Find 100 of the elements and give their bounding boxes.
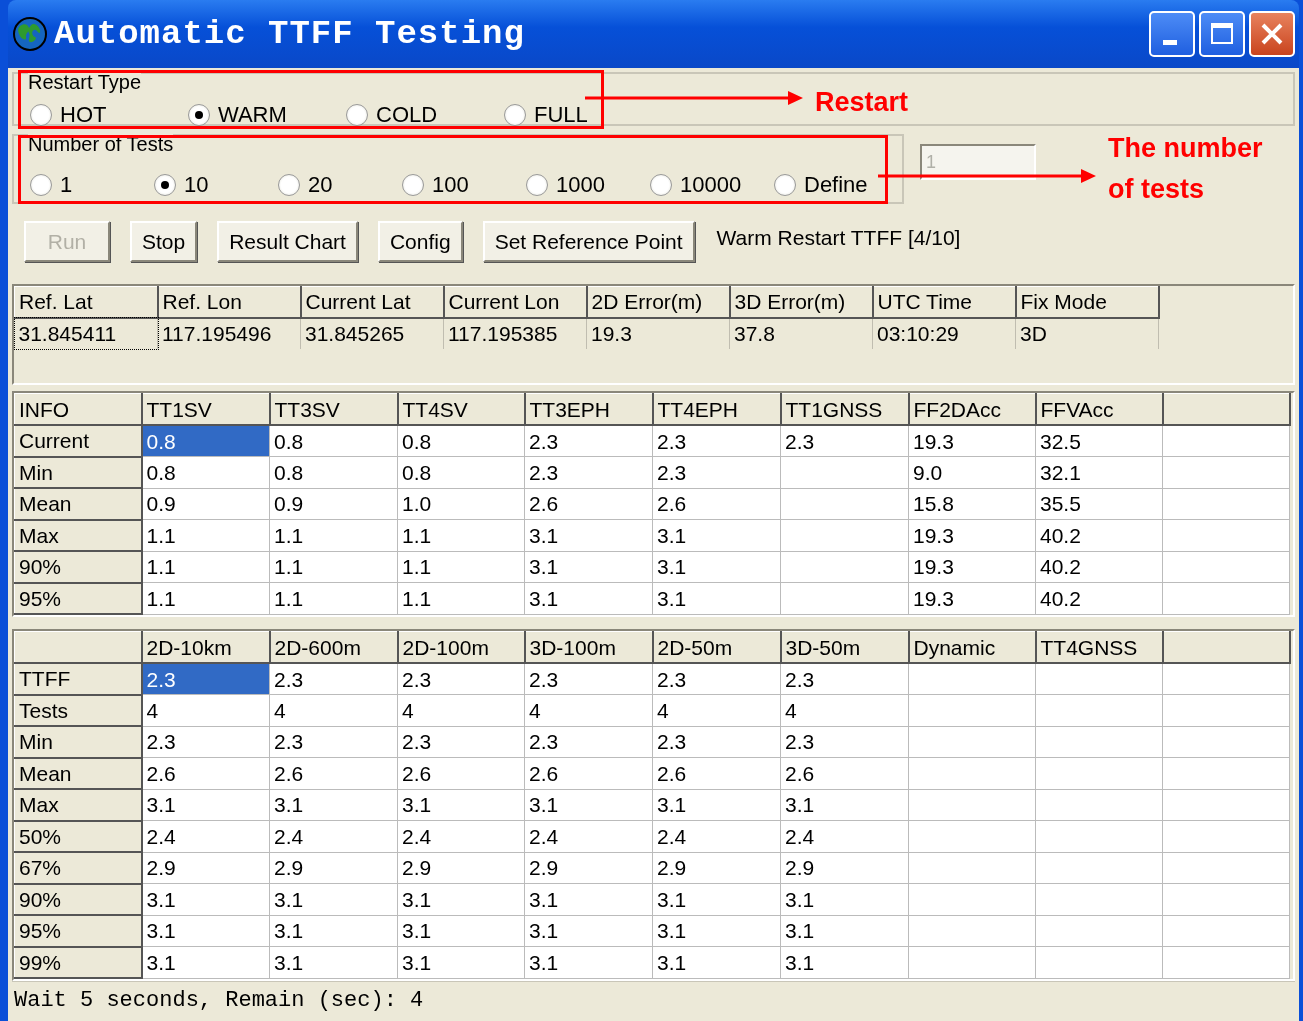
table-cell[interactable]: 3.1 [780,883,909,915]
table-cell[interactable]: 0.8 [397,425,525,457]
table-cell[interactable] [1035,726,1163,758]
column-header[interactable]: 2D-10km [141,631,270,663]
table-cell[interactable]: 2.3 [652,663,781,695]
table-cell[interactable] [1035,852,1163,884]
table-cell[interactable]: 2.6 [524,757,653,789]
radio-option[interactable]: 10000 [650,168,774,201]
table-cell[interactable]: 4 [269,694,398,726]
table-cell[interactable]: 3.1 [652,519,781,551]
radio-option[interactable]: FULL [504,98,662,131]
table-cell[interactable] [780,582,909,614]
table-cell[interactable]: 1.1 [397,551,525,583]
table-cell[interactable] [1035,820,1163,852]
table-cell[interactable] [908,852,1036,884]
table-cell[interactable]: 3.1 [269,946,398,978]
table-cell[interactable]: 40.2 [1035,551,1163,583]
radio-button[interactable] [30,103,52,126]
table-cell[interactable]: 19.3 [908,425,1036,457]
table-cell[interactable]: 1.1 [269,551,398,583]
table-cell[interactable]: 2.3 [141,726,270,758]
radio-option[interactable]: 1000 [526,168,650,201]
table-cell[interactable]: 1.1 [397,519,525,551]
table-cell[interactable]: 3.1 [652,915,781,947]
row-header[interactable]: Tests [14,694,142,726]
table-cell[interactable]: 2.3 [397,726,525,758]
radio-option[interactable]: 20 [278,168,402,201]
table-cell[interactable]: 2.6 [397,757,525,789]
radio-button[interactable] [346,103,368,126]
table-cell[interactable]: 2.3 [141,663,270,695]
table-cell[interactable]: 40.2 [1035,519,1163,551]
column-header[interactable]: 2D Error(m) [586,286,730,318]
table-cell[interactable]: 3.1 [652,946,781,978]
table-cell[interactable]: 40.2 [1035,582,1163,614]
row-header[interactable]: Min [14,726,142,758]
row-header[interactable]: 95% [14,915,142,947]
table-cell[interactable]: 2.3 [652,456,781,488]
table-cell[interactable] [908,883,1036,915]
table-cell[interactable] [908,946,1036,978]
radio-option[interactable]: 10 [154,168,278,201]
table-cell[interactable]: 3.1 [269,915,398,947]
table-cell[interactable]: 2.9 [269,852,398,884]
table-cell[interactable]: 1.1 [269,519,398,551]
table-cell[interactable]: 3.1 [652,789,781,821]
table-cell[interactable]: 2.4 [524,820,653,852]
maximize-button[interactable] [1199,11,1245,57]
column-header[interactable]: Current Lon [443,286,587,318]
column-header[interactable]: TT3EPH [524,393,653,425]
row-header[interactable]: Current [14,425,142,457]
table-cell[interactable]: 3.1 [141,883,270,915]
table-cell[interactable] [1035,663,1163,695]
table-cell[interactable]: 3.1 [397,789,525,821]
column-header[interactable]: 2D-100m [397,631,525,663]
row-header[interactable]: 67% [14,852,142,884]
table-cell[interactable] [908,694,1036,726]
row-header[interactable]: Max [14,789,142,821]
table-cell[interactable]: 2.3 [269,663,398,695]
table-cell[interactable] [780,551,909,583]
table-cell[interactable] [780,488,909,520]
table-cell[interactable]: 4 [397,694,525,726]
column-header[interactable]: TT4EPH [652,393,781,425]
table-cell[interactable]: 2.3 [780,425,909,457]
table-cell[interactable]: 35.5 [1035,488,1163,520]
table-cell[interactable]: 2.6 [269,757,398,789]
table-cell[interactable]: 3.1 [524,551,653,583]
table-cell[interactable]: 3.1 [524,915,653,947]
table-cell[interactable]: 3.1 [269,883,398,915]
table-cell[interactable]: 3.1 [524,946,653,978]
table-cell[interactable]: 2.6 [652,488,781,520]
table-cell[interactable]: 0.8 [397,456,525,488]
minimize-button[interactable] [1149,11,1195,57]
radio-button[interactable] [278,173,300,196]
radio-option[interactable]: WARM [188,98,346,131]
radio-option[interactable]: 100 [402,168,526,201]
table-cell[interactable]: 0.9 [141,488,270,520]
table-cell[interactable]: 3.1 [141,946,270,978]
table-cell[interactable]: 2.9 [652,852,781,884]
table-cell[interactable]: 3.1 [524,582,653,614]
column-header[interactable]: TT4SV [397,393,525,425]
radio-button[interactable] [188,103,210,126]
table-cell[interactable]: 2.6 [652,757,781,789]
table-cell[interactable]: 3.1 [524,789,653,821]
table-cell[interactable] [780,519,909,551]
table-cell[interactable]: 2.3 [652,726,781,758]
column-header[interactable]: Ref. Lon [157,286,301,318]
table-cell[interactable]: 4 [141,694,270,726]
table-cell[interactable]: 15.8 [908,488,1036,520]
table-cell[interactable]: 2.9 [780,852,909,884]
table-cell[interactable] [908,663,1036,695]
table-cell[interactable] [1035,915,1163,947]
table-cell[interactable]: 1.1 [141,582,270,614]
table-cell[interactable]: 3.1 [652,551,781,583]
column-header[interactable]: Current Lat [300,286,444,318]
row-header[interactable]: 50% [14,820,142,852]
table-cell[interactable]: 2.4 [397,820,525,852]
column-header[interactable]: Dynamic [908,631,1036,663]
table-cell[interactable]: 32.1 [1035,456,1163,488]
table-cell[interactable]: 2.6 [141,757,270,789]
table-cell[interactable]: 32.5 [1035,425,1163,457]
table-cell[interactable]: 4 [524,694,653,726]
